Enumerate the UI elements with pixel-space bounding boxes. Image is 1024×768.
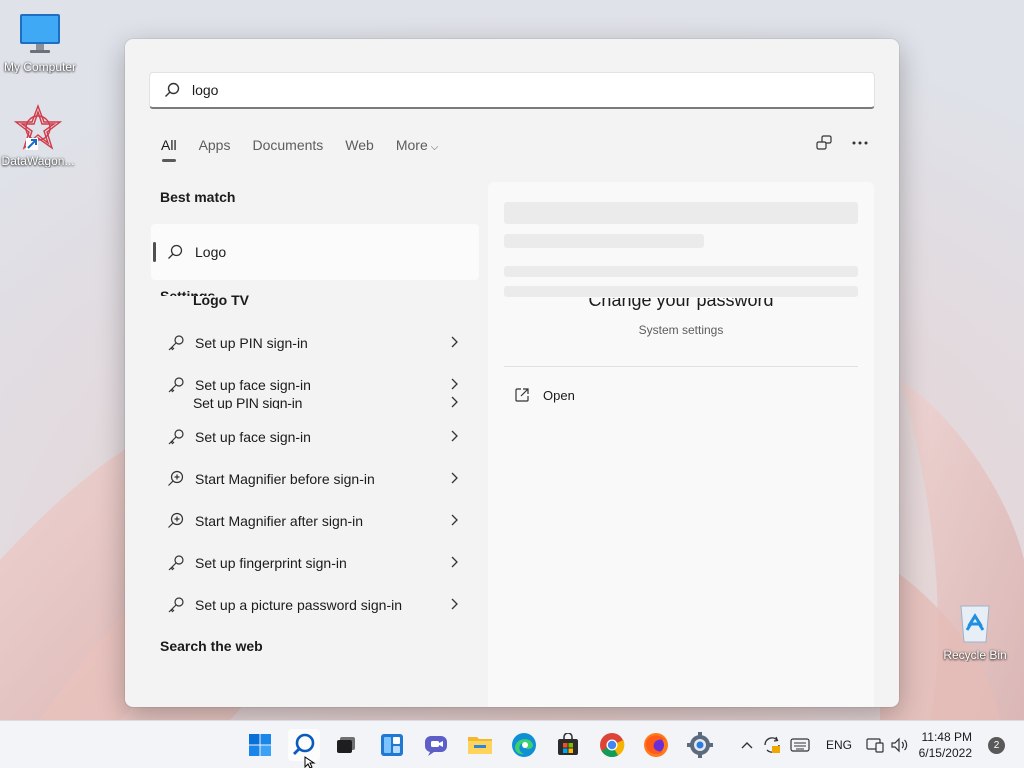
desktop-icon-my-computer[interactable]: My Computer	[0, 10, 80, 74]
datawagon-icon	[13, 104, 63, 152]
settings-result-item[interactable]: Set up fingerprint sign-in	[151, 542, 479, 584]
desktop-icon-label: Recycle Bin	[943, 648, 1007, 662]
best-match-heading: Best match	[160, 189, 236, 205]
tab-more-label: More	[395, 137, 428, 153]
settings-result-item[interactable]: Start Magnifier before sign-in	[151, 458, 479, 500]
open-external-icon	[515, 388, 529, 402]
preview-subtitle: System settings	[638, 323, 724, 337]
loading-placeholder	[504, 286, 858, 297]
open-button[interactable]: Open	[514, 387, 575, 403]
settings-icon[interactable]	[684, 729, 716, 761]
key-icon	[168, 429, 184, 445]
edge-icon[interactable]	[508, 729, 540, 761]
keyboard-icon[interactable]	[790, 721, 810, 768]
search-filter-tabs: All Apps Documents Web More ⌵	[161, 137, 460, 162]
ghost-row-label: Set up PIN sign-in	[193, 395, 303, 411]
chevron-down-icon: ⌵	[430, 142, 439, 153]
tab-apps[interactable]: Apps	[199, 137, 231, 153]
tab-web[interactable]: Web	[345, 137, 374, 153]
start-search-flyout: All Apps Documents Web More⌵ Best match …	[125, 39, 899, 707]
desktop-icon-label: My Computer	[3, 60, 77, 74]
search-web-heading: Search the web	[160, 638, 263, 654]
clock-date: 6/15/2022	[918, 746, 972, 760]
settings-result-item[interactable]: Set up PIN sign-in	[151, 322, 479, 364]
store-icon[interactable]	[552, 729, 584, 761]
divider	[504, 366, 858, 367]
open-button-label: Open	[543, 387, 575, 403]
recycle-bin-icon	[951, 598, 999, 646]
settings-result-label: Set up fingerprint sign-in	[195, 555, 347, 571]
chevron-right-icon	[451, 598, 458, 610]
file-explorer-icon[interactable]	[464, 729, 496, 761]
desktop-icon-recycle-bin[interactable]: Recycle Bin	[935, 598, 1015, 662]
search-box[interactable]	[149, 72, 875, 109]
chevron-right-icon	[451, 336, 458, 348]
best-match-label: Logo	[195, 244, 227, 260]
chevron-right-icon	[451, 556, 458, 568]
tab-documents[interactable]: Documents	[252, 137, 323, 153]
search-top-actions	[815, 133, 869, 153]
ghost-result-label: Logo TV	[193, 292, 249, 308]
settings-result-item[interactable]: Set up face sign-in	[151, 416, 479, 458]
volume-icon[interactable]	[890, 721, 910, 768]
chevron-right-icon	[451, 514, 458, 526]
show-hidden-icons-button[interactable]	[740, 721, 754, 768]
search-input[interactable]	[192, 82, 832, 98]
taskbar: ENG 11:48 PM 6/15/2022 2	[0, 720, 1024, 768]
settings-result-item[interactable]: Start Magnifier after sign-in	[151, 500, 479, 542]
chevron-right-icon	[451, 396, 458, 408]
loading-placeholder	[504, 202, 858, 224]
clock[interactable]: 11:48 PM 6/15/2022	[919, 729, 972, 761]
chrome-icon[interactable]	[596, 729, 628, 761]
chevron-right-icon	[451, 430, 458, 442]
start-icon[interactable]	[244, 729, 276, 761]
network-icon[interactable]	[866, 721, 884, 768]
desktop-icon-datawagon[interactable]: DataWagon...	[0, 104, 78, 168]
chat-icon[interactable]	[420, 729, 452, 761]
notification-badge[interactable]: 2	[988, 737, 1005, 754]
ghost-row: Set up PIN sign-in	[151, 390, 479, 416]
settings-result-label: Set up a picture password sign-in	[195, 597, 402, 613]
tab-more[interactable]: More ⌵	[396, 137, 439, 153]
clock-time: 11:48 PM	[921, 730, 972, 744]
preview-title-ghost: Change your password	[588, 298, 774, 310]
transition-artifact-row: Settings Logo TV	[151, 280, 479, 322]
language-indicator[interactable]: ENG	[826, 721, 852, 768]
monitor-icon	[16, 10, 64, 58]
settings-result-label: Set up face sign-in	[195, 429, 311, 445]
result-preview-pane: Change your password System settings Ope…	[488, 182, 874, 707]
more-options-icon[interactable]	[851, 133, 869, 153]
task-view-icon[interactable]	[330, 729, 362, 761]
desktop-icon-label: DataWagon...	[1, 154, 75, 168]
zoom-in-icon	[168, 470, 184, 486]
mouse-cursor-icon	[304, 756, 316, 768]
tab-all[interactable]: All	[161, 137, 177, 162]
loading-placeholder	[504, 234, 704, 248]
loading-placeholder	[504, 266, 858, 277]
settings-result-label: Set up PIN sign-in	[195, 335, 308, 351]
zoom-in-icon	[168, 512, 184, 528]
share-screen-icon[interactable]	[815, 133, 833, 153]
key-icon	[168, 555, 184, 571]
chevron-right-icon	[451, 378, 458, 390]
search-icon	[165, 82, 180, 97]
settings-result-label: Start Magnifier before sign-in	[195, 471, 375, 487]
search-icon	[168, 244, 183, 259]
chevron-up-icon	[741, 742, 753, 749]
sync-icon[interactable]	[762, 721, 782, 768]
key-icon	[168, 335, 184, 351]
settings-result-item[interactable]: Set up a picture password sign-in	[151, 584, 479, 626]
chevron-right-icon	[451, 472, 458, 484]
key-icon	[168, 597, 184, 613]
firefox-icon[interactable]	[640, 729, 672, 761]
results-list: Best match Logo Settings Logo TV Set up …	[151, 189, 479, 662]
best-match-result[interactable]: Logo	[151, 224, 479, 280]
settings-result-label: Start Magnifier after sign-in	[195, 513, 364, 529]
widgets-icon[interactable]	[376, 729, 408, 761]
